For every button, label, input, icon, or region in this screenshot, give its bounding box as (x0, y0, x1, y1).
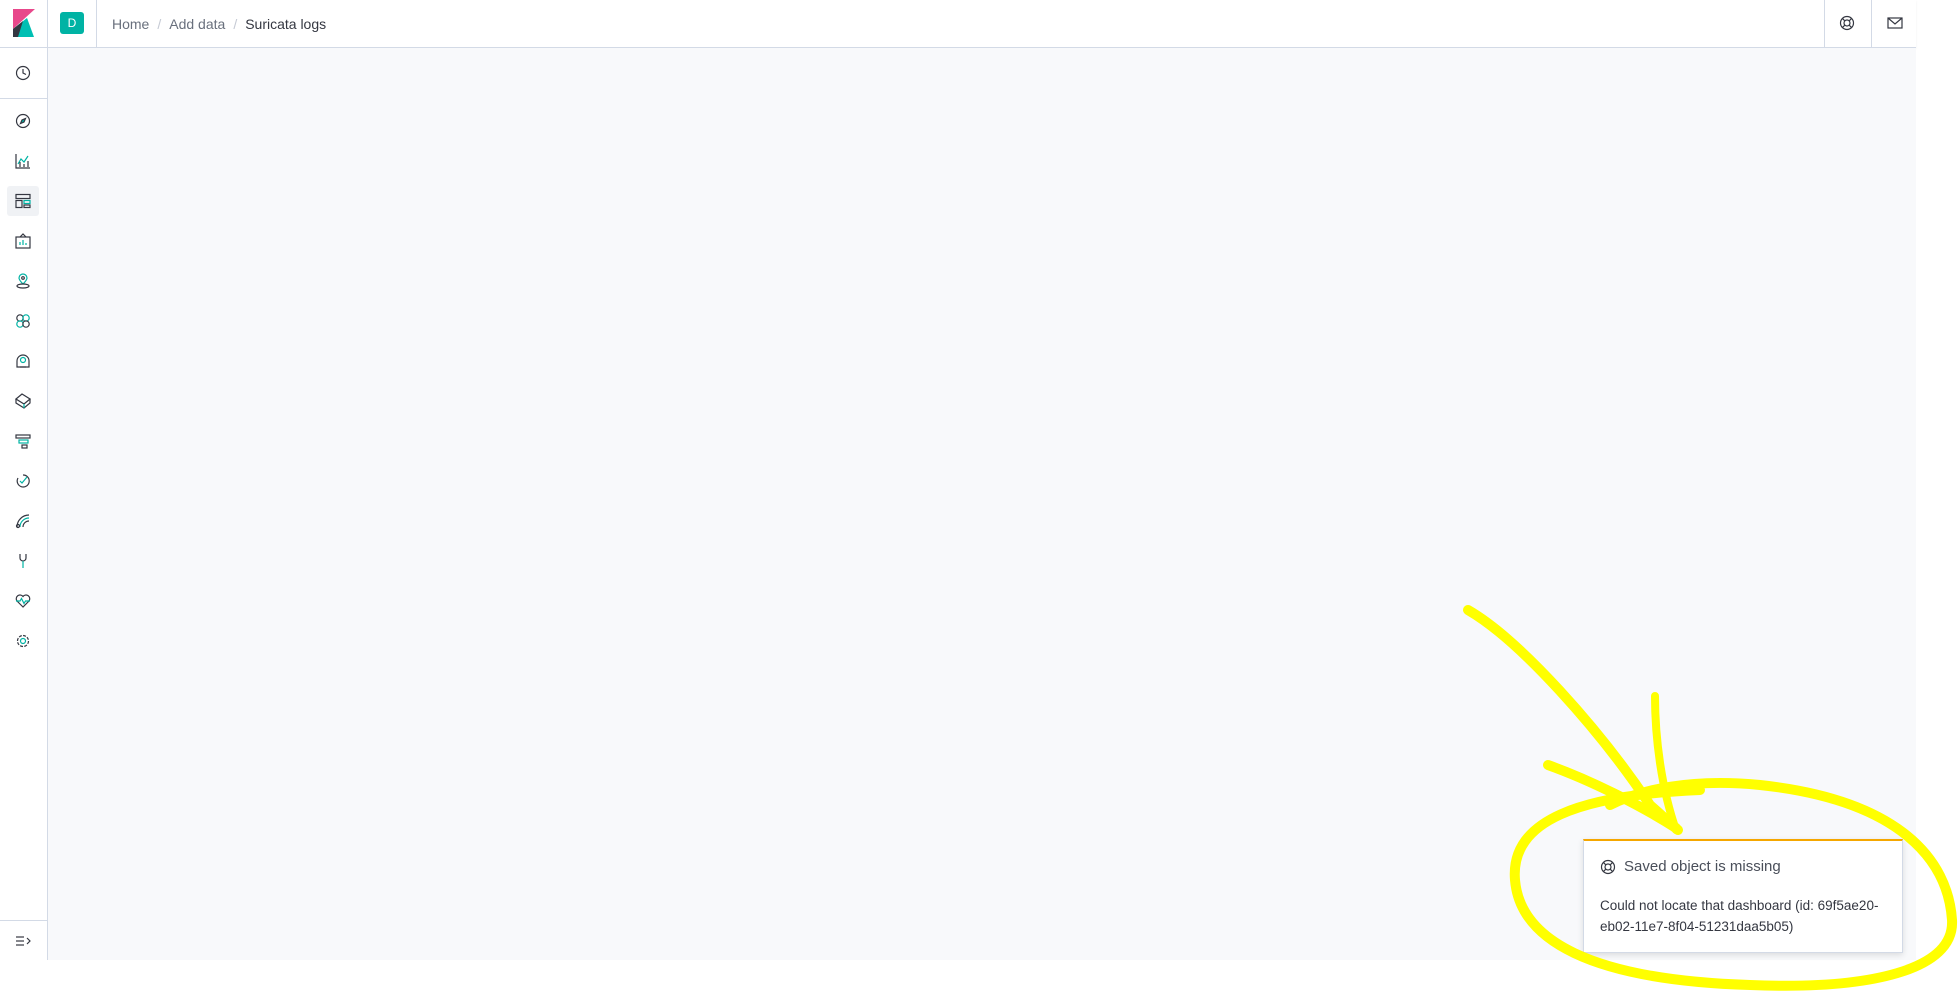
clock-icon (15, 65, 31, 81)
breadcrumb-current: Suricata logs (245, 15, 327, 32)
logs-icon (15, 393, 31, 409)
visualize-icon (15, 154, 30, 169)
help-icon (1600, 859, 1616, 874)
sidebar-item-infrastructure[interactable] (7, 346, 39, 376)
sidebar-item-dev-tools[interactable] (7, 546, 39, 576)
header-divider (96, 0, 97, 47)
breadcrumb-add-data[interactable]: Add data (169, 16, 225, 32)
sidebar-item-management[interactable] (7, 626, 39, 656)
siem-icon (15, 514, 30, 529)
mail-icon[interactable] (1885, 13, 1905, 33)
sidebar-item-stack-monitoring[interactable] (7, 586, 39, 616)
apm-icon (15, 434, 31, 449)
breadcrumb: Home / Add data / Suricata logs (112, 0, 326, 47)
header-bar: D Home / Add data / Suricata logs (0, 0, 1916, 48)
sidebar-item-recently-viewed[interactable] (7, 58, 39, 88)
breadcrumb-separator: / (157, 15, 162, 32)
sidebar-item-siem[interactable] (7, 506, 39, 536)
sidebar-item-visualize[interactable] (7, 146, 39, 176)
dashboard-icon (15, 193, 31, 209)
dashboard-content-area (48, 48, 1916, 960)
breadcrumb-home[interactable]: Home (112, 16, 149, 32)
gear-icon (16, 634, 30, 648)
warning-toast[interactable]: Saved object is missing Could not locate… (1583, 839, 1903, 953)
monitoring-icon (15, 594, 31, 608)
kibana-logo-icon[interactable] (10, 9, 38, 37)
space-avatar[interactable]: D (60, 12, 84, 34)
toast-title: Saved object is missing (1624, 858, 1781, 875)
help-icon[interactable] (1837, 13, 1857, 33)
sidebar-divider (0, 98, 47, 99)
sidebar-item-machine-learning[interactable] (7, 306, 39, 336)
dev-tools-icon (19, 554, 27, 568)
header-divider (1824, 0, 1825, 47)
sidebar-item-apm[interactable] (7, 426, 39, 456)
sidebar-collapse-toggle[interactable] (7, 926, 39, 956)
kibana-app: D Home / Add data / Suricata logs (0, 0, 1916, 960)
side-navigation (0, 48, 48, 960)
sidebar-item-discover[interactable] (7, 106, 39, 136)
maps-icon (16, 273, 30, 289)
menu-expand-icon (16, 936, 31, 946)
infrastructure-icon (16, 354, 30, 368)
compass-icon (15, 113, 31, 129)
sidebar-item-canvas[interactable] (7, 226, 39, 256)
sidebar-item-maps[interactable] (7, 266, 39, 296)
header-divider (1871, 0, 1872, 47)
toast-header: Saved object is missing (1600, 858, 1781, 875)
header-divider (47, 0, 48, 47)
machine-learning-icon (16, 314, 30, 328)
toast-message: Could not locate that dashboard (id: 69f… (1600, 898, 1879, 934)
sidebar-item-logs[interactable] (7, 386, 39, 416)
sidebar-item-dashboard[interactable] (7, 186, 39, 216)
canvas-icon (15, 233, 31, 249)
breadcrumb-separator: / (233, 15, 238, 32)
sidebar-divider (0, 920, 47, 921)
uptime-icon (16, 474, 30, 488)
sidebar-item-uptime[interactable] (7, 466, 39, 496)
